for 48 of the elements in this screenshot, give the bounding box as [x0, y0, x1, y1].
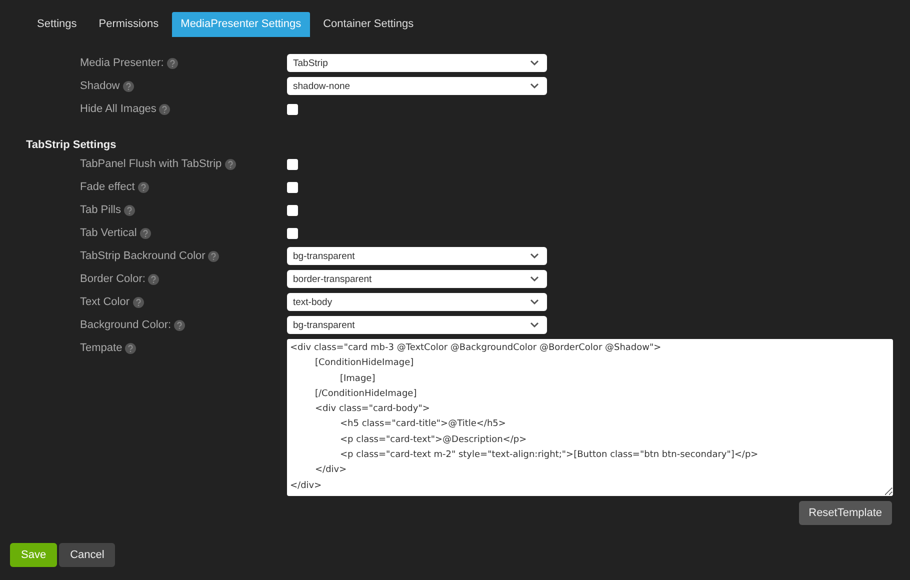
- select-field[interactable]: TabStrip: [287, 54, 547, 72]
- field-label: Border Color:: [80, 273, 146, 285]
- field-label: Tab Pills: [80, 204, 121, 216]
- field-label: Shadow: [80, 80, 120, 92]
- help-icon[interactable]: [122, 80, 134, 92]
- field-label: Hide All Images: [80, 103, 156, 115]
- section-heading: TabStrip Settings: [26, 139, 118, 153]
- checkbox[interactable]: [287, 228, 298, 239]
- help-icon[interactable]: [148, 274, 160, 284]
- template-field[interactable]: <div class="card mb-3 @TextColor @BackgroundColor @BorderColor @Shadow"> [ConditionHideImage] [Image] [/ConditionHideImage] <div class="card-body"> <h5 class="card-title">@Title</h5> <p class="card-text">@Description</p> <p class="card-text m-2" style="text-align:right;">[Button class="btn btn-secondary"]</p> </div> </div>: [287, 339, 893, 496]
- select-field[interactable]: bg-transparent: [287, 316, 547, 334]
- field-label: TabPanel Flush with TabStrip: [80, 158, 222, 170]
- field-label: Media Presenter:: [80, 57, 164, 69]
- select-field[interactable]: border-transparent: [287, 270, 547, 288]
- checkbox[interactable]: [287, 159, 298, 170]
- help-icon[interactable]: [174, 320, 186, 330]
- select-field[interactable]: bg-transparent: [287, 247, 547, 265]
- chevron-down-icon: [530, 83, 539, 89]
- help-icon[interactable]: [125, 342, 136, 354]
- field-label: Tempate: [80, 342, 122, 354]
- tab[interactable]: Settings: [28, 12, 86, 37]
- help-icon[interactable]: [166, 58, 178, 68]
- field-label: TabStrip Backround Color: [80, 250, 206, 262]
- help-icon[interactable]: [224, 158, 236, 170]
- help-icon[interactable]: [159, 104, 170, 114]
- checkbox[interactable]: [287, 205, 298, 216]
- checkbox[interactable]: [287, 182, 298, 193]
- help-icon[interactable]: [138, 182, 149, 192]
- checkbox[interactable]: [287, 104, 298, 115]
- help-icon[interactable]: [140, 228, 151, 238]
- field-label: Text Color: [80, 296, 130, 308]
- field-label: Background Color:: [80, 319, 172, 331]
- help-icon[interactable]: [208, 250, 220, 262]
- select-field[interactable]: shadow-none: [287, 77, 547, 95]
- chevron-down-icon: [530, 253, 539, 259]
- chevron-down-icon: [530, 60, 539, 66]
- select-field[interactable]: text-body: [287, 293, 547, 311]
- help-icon[interactable]: [124, 204, 135, 216]
- help-icon[interactable]: [132, 296, 144, 308]
- tab[interactable]: Permissions: [90, 12, 168, 37]
- tab[interactable]: Container Settings: [314, 12, 423, 37]
- reset-template-button[interactable]: ResetTemplate: [798, 501, 892, 525]
- field-label: Tab Vertical: [80, 227, 137, 239]
- field-label: Fade effect: [80, 181, 135, 193]
- cancel-button[interactable]: Cancel: [59, 543, 116, 567]
- chevron-down-icon: [530, 276, 539, 282]
- chevron-down-icon: [530, 299, 539, 305]
- chevron-down-icon: [530, 322, 539, 328]
